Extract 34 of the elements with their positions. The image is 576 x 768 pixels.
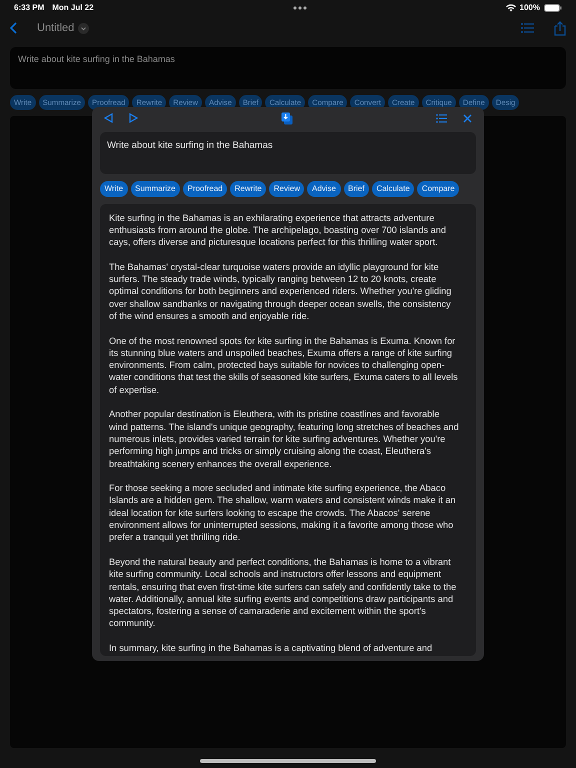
action-chip[interactable]: Brief — [344, 181, 369, 197]
copy-download-icon[interactable] — [281, 112, 293, 124]
wifi-icon — [506, 4, 516, 12]
share-icon[interactable] — [554, 20, 566, 36]
action-chip[interactable]: Calculate — [372, 181, 414, 197]
response-paragraph: The Bahamas' crystal-clear turquoise waters provide an idyllic playground for kite surfers. The steady trade winds, typically ranging between 12 to 20 knots, create optimal conditions for both beginners and experienced riders. Whether you're gliding over shallow sandbanks or navigating through deeper ocean swells, the consistency of the wind ensures a smooth and enjoyable ride. — [109, 260, 452, 322]
action-chip[interactable]: Summarize — [130, 181, 180, 197]
status-date: Mon Jul 22 — [52, 2, 94, 14]
battery-percentage: 100% — [520, 2, 540, 14]
chevron-down-icon[interactable] — [78, 22, 90, 34]
action-chip[interactable]: Advise — [307, 181, 340, 197]
close-icon[interactable] — [463, 114, 472, 122]
action-chip[interactable]: Compare — [417, 181, 460, 197]
action-chip[interactable]: Proofread — [182, 181, 228, 197]
action-chip[interactable]: Write — [100, 181, 128, 197]
response-paragraph: Beyond the natural beauty and perfect conditions, the Bahamas is home to a vibrant kite surfing community. Local schools and instructors offer lessons and equipment rentals, ensuring that even first-time kite surfers can safely and confidently take to the water. Additionally, annual kite surfing events and competitions draw participants and spectators, fostering a sense of camaraderie and excitement within the sport's community. — [109, 556, 458, 630]
response-paragraph: In summary, kite surfing in the Bahamas is a captivating blend of adventure and — [109, 642, 434, 654]
response-paragraph: Another popular destination is Eleuthera, with its pristine coastlines and favorable wind patterns. The island's unique geography, featuring long stretches of beaches and numerous inlets, provides varied terrain for kite surfing adventures. Whether you're performing high jumps and tricks or simply cruising along the coast, Eleuthera's breathtaking scenery enhances the overall experience. — [109, 408, 460, 470]
back-chevron-icon[interactable] — [10, 22, 17, 34]
battery-icon — [544, 4, 562, 12]
prompt-field[interactable]: Write about kite surfing in the Bahamas — [100, 132, 476, 174]
document-title[interactable]: Untitled — [37, 20, 74, 36]
action-chip[interactable]: Review — [269, 181, 304, 197]
previous-triangle-icon[interactable] — [104, 113, 113, 123]
list-icon[interactable] — [521, 23, 534, 33]
response-paragraph: For those seeking a more secluded and intimate kite surfing experience, the Abaco Islands are a hidden gem. The shallow, warm waters and consistent winds make it an ideal location for kite surfers looking to escape the crowds. The Abacos' serene environment allows for uninterrupted sessions, making it a favorite among those who prefer a tranquil yet thrilling ride. — [109, 482, 457, 544]
next-triangle-icon[interactable] — [129, 113, 138, 123]
response-paragraph: One of the most renowned spots for kite surfing in the Bahamas is Exuma. Known for its stunning blue waters and unspoiled beaches, Exuma offers a range of kite surfing environments. From calm, protected bays suitable for novices to challenging open-water conditions that test the skills of seasoned kite surfers, Exuma caters to all levels of expertise. — [109, 334, 459, 396]
prompt-field[interactable]: Write about kite surfing in the Bahamas — [10, 47, 566, 89]
status-time: 6:33 PM — [14, 2, 44, 14]
list-icon[interactable] — [436, 114, 447, 122]
response-paragraph: Kite surfing in the Bahamas is an exhilarating experience that attracts adventure enthusiasts from around the globe. The archipelago, boasting over 700 islands and cays, offers diverse and picturesque locations perfect for this thrilling water sport. — [109, 212, 447, 248]
action-chip[interactable]: Rewrite — [230, 181, 266, 197]
multitasking-dots-icon[interactable] — [292, 6, 307, 10]
